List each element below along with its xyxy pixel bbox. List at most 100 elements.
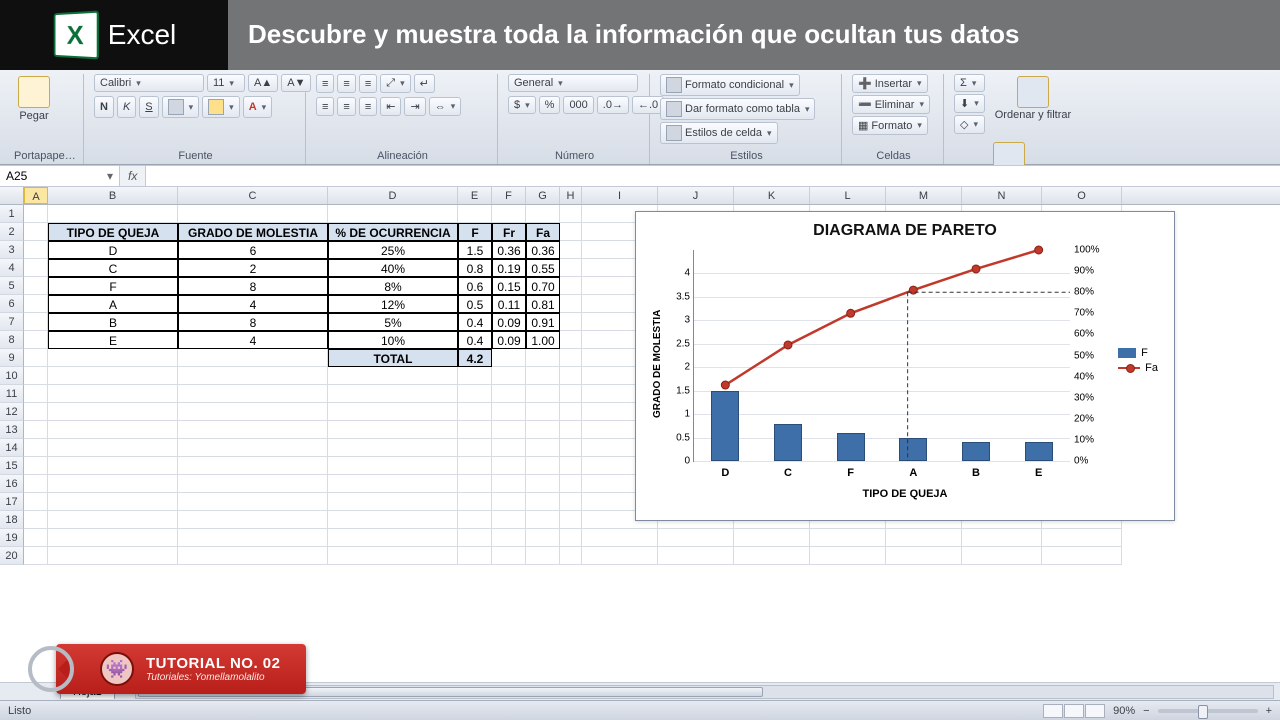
cell-A20[interactable]	[24, 547, 48, 565]
align-bottom-button[interactable]: ≡	[359, 74, 377, 93]
grow-font-button[interactable]: A▲	[248, 74, 278, 92]
cell-E16[interactable]	[458, 475, 492, 493]
cell-D20[interactable]	[328, 547, 458, 565]
cell-A14[interactable]	[24, 439, 48, 457]
col-header-J[interactable]: J	[658, 187, 734, 204]
cell-E19[interactable]	[458, 529, 492, 547]
cell-G4[interactable]: 0.55	[526, 259, 560, 277]
col-header-H[interactable]: H	[560, 187, 582, 204]
col-header-O[interactable]: O	[1042, 187, 1122, 204]
autosum-button[interactable]: Σ	[954, 74, 985, 92]
indent-dec-button[interactable]: ⇤	[380, 97, 401, 116]
cell-H1[interactable]	[560, 205, 582, 223]
row-header-11[interactable]: 11	[0, 385, 24, 403]
cell-K19[interactable]	[734, 529, 810, 547]
cell-B2[interactable]: TIPO DE QUEJA	[48, 223, 178, 241]
cell-H15[interactable]	[560, 457, 582, 475]
cell-G1[interactable]	[526, 205, 560, 223]
row-header-9[interactable]: 9	[0, 349, 24, 367]
cell-D8[interactable]: 10%	[328, 331, 458, 349]
row-header-7[interactable]: 7	[0, 313, 24, 331]
format-table-button[interactable]: Dar formato como tabla	[660, 98, 815, 120]
cell-H3[interactable]	[560, 241, 582, 259]
borders-button[interactable]	[162, 96, 200, 118]
cell-D4[interactable]: 40%	[328, 259, 458, 277]
cell-C14[interactable]	[178, 439, 328, 457]
col-header-N[interactable]: N	[962, 187, 1042, 204]
cell-B9[interactable]	[48, 349, 178, 367]
cell-D3[interactable]: 25%	[328, 241, 458, 259]
cell-A10[interactable]	[24, 367, 48, 385]
name-box-input[interactable]	[6, 169, 86, 183]
cell-A7[interactable]	[24, 313, 48, 331]
cell-F1[interactable]	[492, 205, 526, 223]
cell-F8[interactable]: 0.09	[492, 331, 526, 349]
cell-B14[interactable]	[48, 439, 178, 457]
cell-H19[interactable]	[560, 529, 582, 547]
row-header-13[interactable]: 13	[0, 421, 24, 439]
cell-H12[interactable]	[560, 403, 582, 421]
cell-A12[interactable]	[24, 403, 48, 421]
cell-F12[interactable]	[492, 403, 526, 421]
cell-G19[interactable]	[526, 529, 560, 547]
col-header-K[interactable]: K	[734, 187, 810, 204]
cell-E12[interactable]	[458, 403, 492, 421]
select-all-corner[interactable]	[0, 187, 24, 204]
cell-B15[interactable]	[48, 457, 178, 475]
currency-button[interactable]: $	[508, 96, 536, 114]
col-header-D[interactable]: D	[328, 187, 458, 204]
cell-E13[interactable]	[458, 421, 492, 439]
cell-F19[interactable]	[492, 529, 526, 547]
font-size-select[interactable]: 11	[207, 74, 245, 92]
merge-button[interactable]: ⇔	[429, 97, 462, 116]
cell-C9[interactable]	[178, 349, 328, 367]
row-header-1[interactable]: 1	[0, 205, 24, 223]
zoom-out-button[interactable]: −	[1143, 705, 1149, 717]
cell-O20[interactable]	[1042, 547, 1122, 565]
italic-button[interactable]: K	[117, 96, 136, 118]
cell-B11[interactable]	[48, 385, 178, 403]
pareto-chart[interactable]: DIAGRAMA DE PARETO GRADO DE MOLESTIA 00.…	[635, 211, 1175, 521]
cell-F6[interactable]: 0.11	[492, 295, 526, 313]
cell-A15[interactable]	[24, 457, 48, 475]
fill-button[interactable]: ⬇	[954, 94, 985, 113]
underline-button[interactable]: S	[139, 96, 158, 118]
view-buttons[interactable]	[1043, 704, 1105, 718]
cell-E4[interactable]: 0.8	[458, 259, 492, 277]
cell-A8[interactable]	[24, 331, 48, 349]
cell-F10[interactable]	[492, 367, 526, 385]
cell-F18[interactable]	[492, 511, 526, 529]
align-left-button[interactable]: ≡	[316, 97, 334, 116]
cell-H13[interactable]	[560, 421, 582, 439]
delete-cells-button[interactable]: ➖ Eliminar	[852, 95, 930, 114]
row-header-2[interactable]: 2	[0, 223, 24, 241]
cell-B7[interactable]: B	[48, 313, 178, 331]
bold-button[interactable]: N	[94, 96, 114, 118]
zoom-slider[interactable]	[1158, 709, 1258, 713]
cell-F7[interactable]: 0.09	[492, 313, 526, 331]
cell-A1[interactable]	[24, 205, 48, 223]
cell-D13[interactable]	[328, 421, 458, 439]
cell-B13[interactable]	[48, 421, 178, 439]
cell-G5[interactable]: 0.70	[526, 277, 560, 295]
zoom-in-button[interactable]: +	[1266, 705, 1272, 717]
cell-H16[interactable]	[560, 475, 582, 493]
row-header-18[interactable]: 18	[0, 511, 24, 529]
cell-E6[interactable]: 0.5	[458, 295, 492, 313]
cell-D7[interactable]: 5%	[328, 313, 458, 331]
cell-A2[interactable]	[24, 223, 48, 241]
cell-C8[interactable]: 4	[178, 331, 328, 349]
cell-C15[interactable]	[178, 457, 328, 475]
cell-G20[interactable]	[526, 547, 560, 565]
cell-I20[interactable]	[582, 547, 658, 565]
cell-C13[interactable]	[178, 421, 328, 439]
cell-F11[interactable]	[492, 385, 526, 403]
row-header-19[interactable]: 19	[0, 529, 24, 547]
cell-B5[interactable]: F	[48, 277, 178, 295]
cell-A11[interactable]	[24, 385, 48, 403]
cell-D17[interactable]	[328, 493, 458, 511]
cell-F13[interactable]	[492, 421, 526, 439]
cell-D16[interactable]	[328, 475, 458, 493]
cell-F14[interactable]	[492, 439, 526, 457]
shrink-font-button[interactable]: A▼	[281, 74, 311, 92]
